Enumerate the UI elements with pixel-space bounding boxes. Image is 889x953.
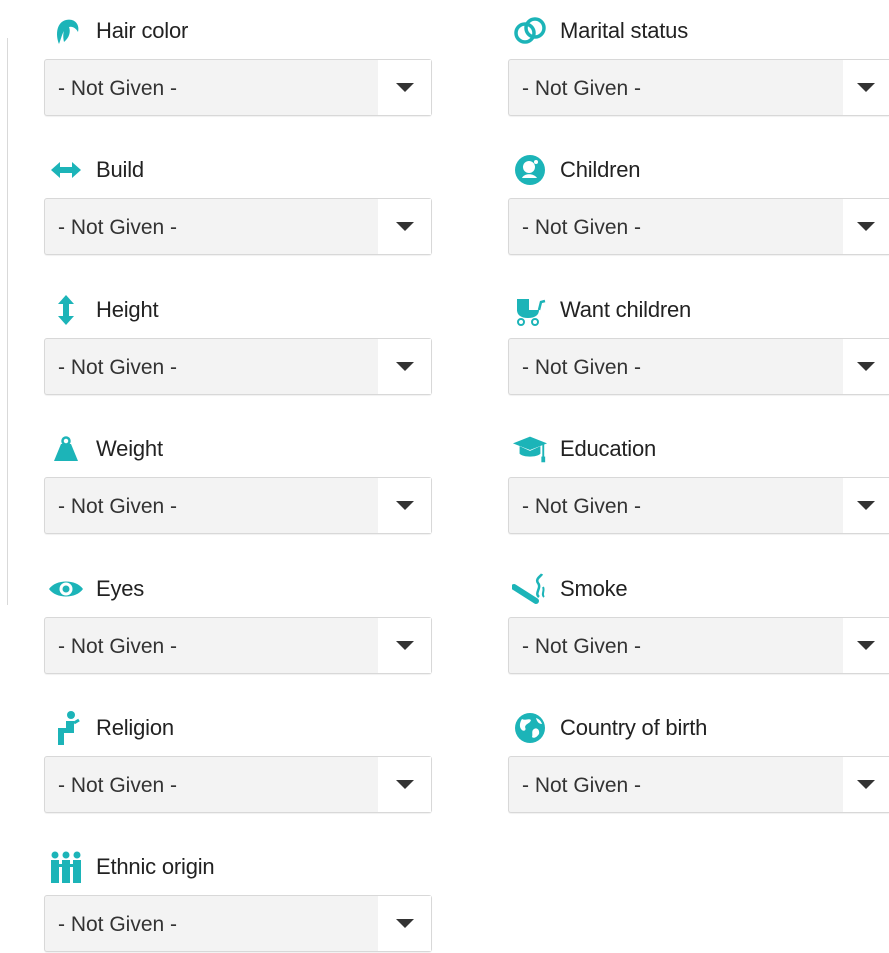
select-value: - Not Given - <box>58 913 178 936</box>
weight-icon <box>48 431 84 467</box>
stroller-icon <box>512 292 548 328</box>
dropdown-button[interactable] <box>378 896 431 951</box>
field-label: Hair color <box>96 18 189 43</box>
dropdown-button[interactable] <box>378 478 431 533</box>
graduation-cap-icon <box>512 431 548 467</box>
field-build: Build - Not Given - <box>44 152 432 255</box>
dropdown-button[interactable] <box>843 757 889 812</box>
children-select[interactable]: - Not Given - <box>508 198 889 255</box>
select-value: - Not Given - <box>522 77 642 100</box>
dropdown-button[interactable] <box>378 60 431 115</box>
select-value: - Not Given - <box>58 216 178 239</box>
field-label: Ethnic origin <box>96 854 215 879</box>
dropdown-button[interactable] <box>378 339 431 394</box>
want-children-select[interactable]: - Not Given - <box>508 338 889 395</box>
hair-icon <box>48 13 84 49</box>
chevron-down-icon <box>395 501 414 510</box>
chevron-down-icon <box>395 919 414 928</box>
chevron-down-icon <box>395 83 414 92</box>
select-value: - Not Given - <box>522 356 642 379</box>
chevron-down-icon <box>395 362 414 371</box>
field-want-children: Want children - Not Given - <box>508 292 889 395</box>
chevron-down-icon <box>857 780 875 789</box>
horizontal-arrows-icon <box>48 152 84 188</box>
field-label: Religion <box>96 715 174 740</box>
field-marital-status: Marital status - Not Given - <box>508 13 889 116</box>
field-country-of-birth: Country of birth - Not Given - <box>508 710 889 813</box>
select-value: - Not Given - <box>58 356 178 379</box>
field-label: Build <box>96 157 144 182</box>
select-value: - Not Given - <box>58 635 178 658</box>
religion-select[interactable]: - Not Given - <box>44 756 432 813</box>
smoke-select[interactable]: - Not Given - <box>508 617 889 674</box>
height-select[interactable]: - Not Given - <box>44 338 432 395</box>
chevron-down-icon <box>857 222 875 231</box>
vertical-arrows-icon <box>48 292 84 328</box>
country-of-birth-select[interactable]: - Not Given - <box>508 756 889 813</box>
dropdown-button[interactable] <box>843 478 889 533</box>
select-value: - Not Given - <box>522 216 642 239</box>
field-label: Height <box>96 297 159 322</box>
eyes-select[interactable]: - Not Given - <box>44 617 432 674</box>
field-smoke: Smoke - Not Given - <box>508 571 889 674</box>
select-value: - Not Given - <box>522 635 642 658</box>
chevron-down-icon <box>857 362 875 371</box>
select-value: - Not Given - <box>522 495 642 518</box>
field-religion: Religion - Not Given - <box>44 710 432 813</box>
field-label: Eyes <box>96 576 145 601</box>
field-label: Country of birth <box>560 715 708 740</box>
marital-status-select[interactable]: - Not Given - <box>508 59 889 116</box>
kneeling-person-icon <box>48 710 84 746</box>
chevron-down-icon <box>857 83 875 92</box>
dropdown-button[interactable] <box>843 199 889 254</box>
field-children: Children - Not Given - <box>508 152 889 255</box>
select-value: - Not Given - <box>58 774 178 797</box>
field-weight: Weight - Not Given - <box>44 431 432 534</box>
select-value: - Not Given - <box>58 77 178 100</box>
ethnic-origin-select[interactable]: - Not Given - <box>44 895 432 952</box>
field-hair-color: Hair color - Not Given - <box>44 13 432 116</box>
weight-select[interactable]: - Not Given - <box>44 477 432 534</box>
field-label: Education <box>560 436 657 461</box>
field-label: Want children <box>560 297 692 322</box>
select-value: - Not Given - <box>58 495 178 518</box>
select-value: - Not Given - <box>522 774 642 797</box>
chevron-down-icon <box>857 641 875 650</box>
left-divider <box>7 38 8 605</box>
baby-icon <box>512 152 548 188</box>
chevron-down-icon <box>395 222 414 231</box>
dropdown-button[interactable] <box>843 618 889 673</box>
education-select[interactable]: - Not Given - <box>508 477 889 534</box>
field-education: Education - Not Given - <box>508 431 889 534</box>
chevron-down-icon <box>395 780 414 789</box>
hair-color-select[interactable]: - Not Given - <box>44 59 432 116</box>
dropdown-button[interactable] <box>378 618 431 673</box>
eye-icon <box>48 571 84 607</box>
build-select[interactable]: - Not Given - <box>44 198 432 255</box>
chevron-down-icon <box>395 641 414 650</box>
dropdown-button[interactable] <box>843 60 889 115</box>
dropdown-button[interactable] <box>843 339 889 394</box>
dropdown-button[interactable] <box>378 199 431 254</box>
chevron-down-icon <box>857 501 875 510</box>
rings-icon <box>512 13 548 49</box>
people-icon <box>48 849 84 885</box>
globe-icon <box>512 710 548 746</box>
field-label: Children <box>560 157 641 182</box>
cigarette-icon <box>512 571 548 607</box>
field-ethnic-origin: Ethnic origin - Not Given - <box>44 849 432 952</box>
field-label: Weight <box>96 436 163 461</box>
field-eyes: Eyes - Not Given - <box>44 571 432 674</box>
field-label: Marital status <box>560 18 689 43</box>
dropdown-button[interactable] <box>378 757 431 812</box>
field-label: Smoke <box>560 576 628 601</box>
field-height: Height - Not Given - <box>44 292 432 395</box>
